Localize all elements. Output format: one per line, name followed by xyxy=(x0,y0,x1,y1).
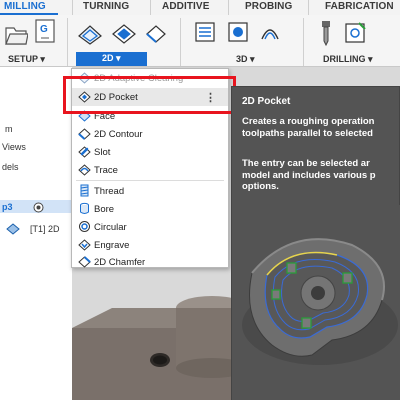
2d-group-label[interactable]: 2D ▾ xyxy=(76,52,147,66)
menu-item-2d-contour[interactable]: 2D Contour xyxy=(72,125,228,143)
menu-item-thread[interactable]: Thread xyxy=(72,182,228,200)
tab-divider xyxy=(308,0,309,15)
drill-icon[interactable] xyxy=(314,19,338,47)
group-divider xyxy=(303,18,304,66)
tab-divider xyxy=(72,0,73,15)
browser-item[interactable]: m xyxy=(5,124,13,134)
slot-icon xyxy=(78,146,91,158)
model-part-graphic xyxy=(72,296,232,400)
pocket-3d-icon[interactable] xyxy=(225,19,251,47)
circular-icon xyxy=(79,221,90,232)
chamfer-icon xyxy=(78,256,91,268)
3d-group-label[interactable]: 3D ▾ xyxy=(236,54,255,65)
tooltip-description: Creates a roughing operation toolpaths p… xyxy=(242,116,400,139)
group-divider xyxy=(67,18,68,66)
menu-item-bore[interactable]: Bore xyxy=(72,200,228,218)
browser-operation[interactable]: [T1] 2D xyxy=(30,224,60,234)
drilling-group-label[interactable]: DRILLING ▾ xyxy=(323,54,373,65)
contour-2d-icon[interactable] xyxy=(143,20,169,46)
folder-setup-icon[interactable] xyxy=(4,20,28,48)
group-divider xyxy=(180,18,181,66)
setup-group-label[interactable]: SETUP ▾ xyxy=(8,54,45,65)
tab-turning[interactable]: TURNING xyxy=(83,1,129,12)
tooltip-description-2: The entry can be selected ar model and i… xyxy=(242,158,400,193)
browser-item[interactable]: Views xyxy=(2,142,26,152)
tab-milling[interactable]: MILLING xyxy=(4,1,46,12)
adaptive-2d-icon[interactable] xyxy=(76,20,104,46)
tooltip-line: Creates a roughing operation xyxy=(242,116,375,127)
tooltip-panel: 2D Pocket Creates a roughing operation t… xyxy=(231,86,400,400)
operation-icon xyxy=(6,223,20,235)
contour-3d-icon[interactable] xyxy=(257,19,283,47)
browser-item-setup[interactable]: p3 xyxy=(2,202,13,212)
tooltip-title: 2D Pocket xyxy=(242,96,291,107)
workspace-tab-row: MILLING TURNING ADDITIVE PROBING FABRICA… xyxy=(0,0,400,15)
highlight-annotation-box xyxy=(63,76,236,114)
tooltip-line: The entry can be selected ar xyxy=(242,158,370,169)
menu-item-slot[interactable]: Slot xyxy=(72,143,228,161)
browser-item[interactable]: dels xyxy=(2,162,19,172)
tooltip-line: toolpaths parallel to selected xyxy=(242,127,373,139)
thread-icon xyxy=(80,184,89,197)
pocket-preview-image xyxy=(232,205,400,400)
menu-item-engrave[interactable]: Engrave xyxy=(72,236,228,254)
contour-icon xyxy=(78,128,91,140)
menu-item-circular[interactable]: Circular xyxy=(72,218,228,236)
menu-separator xyxy=(76,180,224,181)
tab-fabrication[interactable]: FABRICATION xyxy=(325,1,394,12)
radio-visible-icon[interactable] xyxy=(33,202,44,213)
pocket-2d-icon[interactable] xyxy=(110,20,138,46)
tab-probing[interactable]: PROBING xyxy=(245,1,292,12)
adaptive-3d-icon[interactable] xyxy=(192,19,218,47)
trace-icon xyxy=(78,164,91,176)
menu-item-trace[interactable]: Trace xyxy=(72,161,228,179)
bore-icon xyxy=(80,202,89,214)
engrave-icon xyxy=(78,239,91,251)
tab-divider xyxy=(228,0,229,15)
menu-item-2d-chamfer[interactable]: 2D Chamfer xyxy=(72,253,228,271)
tooltip-line: options. xyxy=(242,181,279,192)
tooltip-line: model and includes various p xyxy=(242,169,376,181)
tab-divider xyxy=(150,0,151,15)
tab-additive[interactable]: ADDITIVE xyxy=(162,1,209,12)
svg-text:G: G xyxy=(40,24,48,35)
setup-sheet-icon[interactable]: G xyxy=(33,18,59,48)
hole-recognition-icon[interactable] xyxy=(343,19,369,47)
